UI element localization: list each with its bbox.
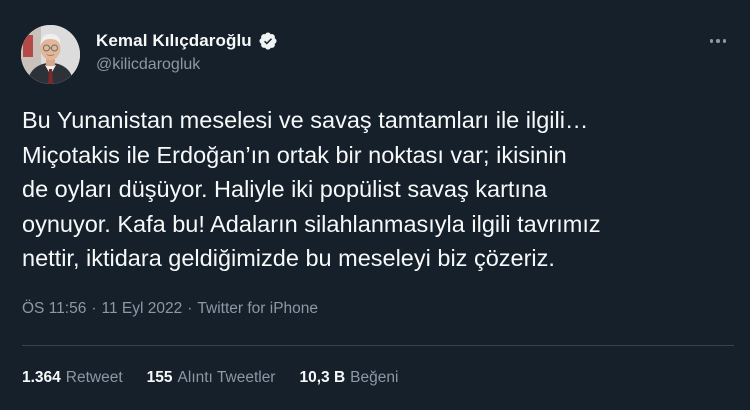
tweet-stats: 1.364 Retweet 155 Alıntı Tweetler 10,3 B…: [22, 369, 398, 387]
tweet-metadata: ÖS 11:56 · 11 Eyl 2022 · Twitter for iPh…: [22, 300, 318, 318]
more-options-icon[interactable]: [703, 30, 733, 52]
meta-separator: ·: [91, 300, 97, 317]
tweet-date[interactable]: 11 Eyl 2022: [102, 300, 183, 318]
retweets-stat[interactable]: 1.364 Retweet: [22, 369, 123, 387]
verified-badge-icon: [258, 31, 278, 51]
likes-stat[interactable]: 10,3 B Beğeni: [299, 369, 398, 387]
author-display-name[interactable]: Kemal Kılıçdaroğlu: [96, 31, 252, 51]
tweet-source[interactable]: Twitter for iPhone: [197, 300, 318, 318]
author-name-row: Kemal Kılıçdaroğlu: [96, 30, 278, 52]
tweet-time[interactable]: ÖS 11:56: [22, 300, 86, 318]
tweet-text-line: Miçotakis ile Erdoğan’ın ortak bir nokta…: [22, 141, 567, 168]
tweet-text-line: Bu Yunanistan meselesi ve savaş tamtamla…: [22, 107, 589, 133]
retweets-count: 1.364: [22, 369, 61, 386]
tweet-card: Kemal Kılıçdaroğlu @kilicdarogluk Bu Yun…: [0, 0, 750, 410]
avatar[interactable]: [21, 25, 80, 84]
quote-tweets-stat[interactable]: 155 Alıntı Tweetler: [147, 369, 276, 387]
likes-count: 10,3 B: [299, 369, 346, 386]
meta-separator: ·: [187, 300, 193, 317]
tweet-text-line: de oyları düşüyor. Haliyle iki popülist …: [22, 176, 548, 202]
divider: [22, 345, 734, 346]
quote-tweets-label: Alıntı Tweetler: [177, 369, 276, 386]
tweet-text-line: oynuyor. Kafa bu! Adaların silahlanmasıy…: [22, 210, 601, 237]
tweet-text-line: nettir, iktidara geldiğimizde bu meseley…: [22, 245, 555, 271]
portrait-avatar-icon: [21, 25, 80, 84]
tweet-text: Bu Yunanistan meselesi ve savaş tamtamla…: [22, 103, 734, 276]
quote-tweets-count: 155: [146, 369, 173, 386]
author-handle[interactable]: @kilicdarogluk: [96, 56, 200, 74]
likes-label: Beğeni: [350, 369, 399, 386]
retweets-label: Retweet: [65, 369, 123, 386]
